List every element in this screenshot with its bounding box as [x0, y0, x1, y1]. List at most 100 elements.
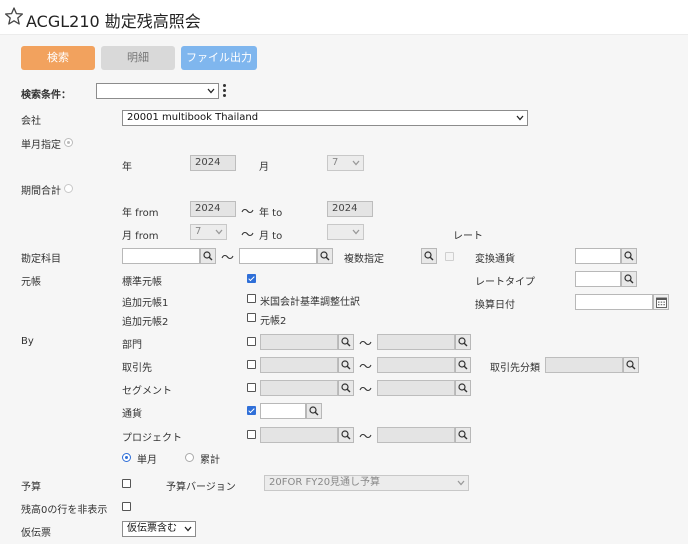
search-icon: [624, 251, 634, 261]
monthly-label: 単月: [137, 455, 157, 466]
month-from-select[interactable]: 7: [190, 224, 227, 240]
search-icon: [458, 430, 468, 440]
cumulative-radio[interactable]: [185, 453, 194, 462]
search-icon: [341, 360, 351, 370]
budget-checkbox[interactable]: [122, 479, 131, 488]
conversion-currency-search-button[interactable]: [621, 248, 637, 264]
search-icon: [341, 383, 351, 393]
calendar-button[interactable]: [653, 294, 669, 310]
currency-input[interactable]: [260, 403, 306, 419]
range-tilde: 〜: [221, 251, 235, 266]
chevron-down-icon: [457, 480, 465, 486]
search-condition-select[interactable]: [96, 83, 219, 99]
range-tilde: 〜: [241, 205, 255, 220]
segment-checkbox[interactable]: [247, 383, 256, 392]
month-to-select[interactable]: [327, 224, 364, 240]
range-tilde: 〜: [359, 337, 373, 352]
currency-label: 通貨: [122, 409, 142, 420]
standard-ledger-checkbox[interactable]: [247, 274, 256, 283]
more-options-icon[interactable]: [223, 84, 227, 98]
voucher-select[interactable]: 仮伝票含む: [122, 521, 196, 537]
file-output-button[interactable]: ファイル出力: [181, 46, 257, 70]
budget-version-select[interactable]: 20FOR FY20見通し予算: [264, 475, 469, 491]
segment-to-search-button[interactable]: [455, 380, 471, 396]
calendar-icon: [656, 297, 667, 308]
chevron-down-icon: [215, 229, 223, 235]
customer-to-search-button[interactable]: [455, 357, 471, 373]
monthly-radio[interactable]: [122, 453, 131, 462]
us-gaap-adjustment-checkbox[interactable]: [247, 294, 256, 303]
year-input[interactable]: 2024: [190, 155, 236, 171]
additional-ledger1-label: 追加元帳1: [122, 298, 169, 309]
project-from-input[interactable]: [260, 427, 338, 443]
customer-category-input[interactable]: [545, 357, 623, 373]
search-icon: [203, 251, 213, 261]
conversion-date-label: 換算日付: [475, 300, 515, 311]
voucher-label: 仮伝票: [21, 528, 51, 539]
department-label: 部門: [122, 340, 142, 351]
segment-from-input[interactable]: [260, 380, 338, 396]
project-checkbox[interactable]: [247, 430, 256, 439]
chevron-down-icon: [184, 526, 192, 532]
currency-checkbox[interactable]: [247, 406, 256, 415]
account-label: 勘定科目: [21, 254, 61, 265]
search-icon: [458, 337, 468, 347]
budget-version-value: 20FOR FY20見通し予算: [269, 477, 381, 488]
project-from-search-button[interactable]: [338, 427, 354, 443]
month-from-value: 7: [195, 226, 202, 237]
hide-zero-label: 残高0の行を非表示: [21, 505, 108, 516]
multi-select-search-button[interactable]: [421, 248, 437, 264]
conversion-date-input[interactable]: [575, 294, 653, 310]
project-label: プロジェクト: [122, 433, 182, 444]
project-to-search-button[interactable]: [455, 427, 471, 443]
range-tilde: 〜: [359, 383, 373, 398]
rate-label: レート: [453, 231, 483, 242]
year-to-input[interactable]: 2024: [327, 201, 373, 217]
rate-type-input[interactable]: [575, 271, 621, 287]
by-label: By: [21, 336, 34, 347]
customer-category-label: 取引先分類: [490, 363, 540, 374]
conversion-currency-input[interactable]: [575, 248, 621, 264]
project-to-input[interactable]: [377, 427, 455, 443]
currency-search-button[interactable]: [306, 403, 322, 419]
range-tilde: 〜: [359, 360, 373, 375]
multi-select-checkbox[interactable]: [445, 252, 454, 261]
customer-category-search-button[interactable]: [623, 357, 639, 373]
customer-to-input[interactable]: [377, 357, 455, 373]
search-icon: [341, 337, 351, 347]
department-to-search-button[interactable]: [455, 334, 471, 350]
company-select[interactable]: 20001 multibook Thailand: [122, 110, 528, 126]
company-label: 会社: [21, 116, 41, 127]
year-from-input[interactable]: 2024: [190, 201, 236, 217]
department-from-search-button[interactable]: [338, 334, 354, 350]
search-icon: [624, 274, 634, 284]
rate-type-search-button[interactable]: [621, 271, 637, 287]
department-to-input[interactable]: [377, 334, 455, 350]
account-from-input[interactable]: [122, 248, 200, 264]
single-month-radio[interactable]: [64, 138, 73, 147]
cumulative-label: 累計: [200, 455, 220, 466]
star-outline-icon[interactable]: [4, 6, 24, 26]
account-to-input[interactable]: [239, 248, 317, 264]
customer-from-input[interactable]: [260, 357, 338, 373]
detail-button[interactable]: 明細: [101, 46, 175, 70]
search-icon: [424, 251, 434, 261]
customer-checkbox[interactable]: [247, 360, 256, 369]
account-to-search-button[interactable]: [317, 248, 333, 264]
us-gaap-adjustment-label: 米国会計基準調整仕訳: [260, 297, 360, 308]
budget-label: 予算: [21, 482, 41, 493]
segment-to-input[interactable]: [377, 380, 455, 396]
search-button[interactable]: 検索: [21, 46, 95, 70]
hide-zero-checkbox[interactable]: [122, 502, 131, 511]
period-total-radio[interactable]: [64, 184, 73, 193]
customer-from-search-button[interactable]: [338, 357, 354, 373]
department-from-input[interactable]: [260, 334, 338, 350]
department-checkbox[interactable]: [247, 337, 256, 346]
segment-from-search-button[interactable]: [338, 380, 354, 396]
ledger2-checkbox[interactable]: [247, 313, 256, 322]
month-select[interactable]: 7: [327, 155, 364, 171]
account-from-search-button[interactable]: [200, 248, 216, 264]
search-icon: [458, 383, 468, 393]
conversion-currency-label: 変換通貨: [475, 254, 515, 265]
month-label: 月: [259, 162, 269, 173]
